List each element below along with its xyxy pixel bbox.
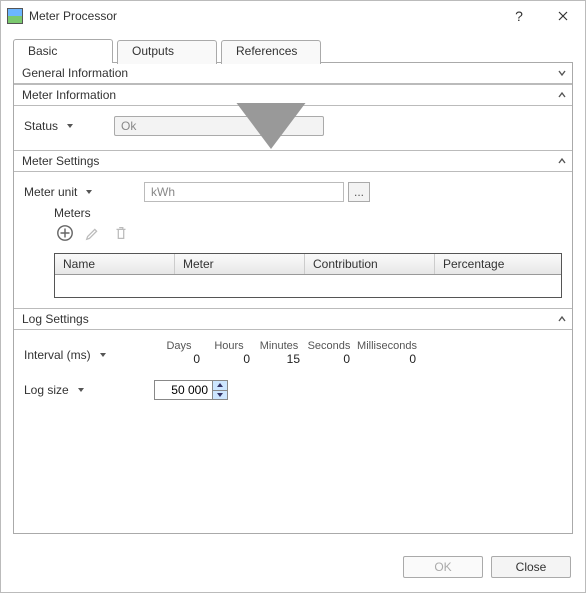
meters-toolbar xyxy=(56,224,562,245)
ms-label: Milliseconds xyxy=(354,340,420,352)
content-area: Basic Outputs References General Informa… xyxy=(1,31,585,546)
caret-down-icon xyxy=(99,348,107,362)
caret-down-icon xyxy=(85,185,93,199)
ellipsis-icon: ... xyxy=(354,185,364,199)
titlebar: Meter Processor ? xyxy=(1,1,585,31)
interval-label-group[interactable]: Interval (ms) xyxy=(24,348,154,362)
log-size-input[interactable] xyxy=(154,380,212,400)
log-size-label: Log size xyxy=(24,383,69,397)
chevron-up-icon xyxy=(558,315,566,323)
close-window-button[interactable] xyxy=(541,1,585,31)
seconds-value[interactable]: 0 xyxy=(304,352,354,366)
delete-meter-button[interactable] xyxy=(112,224,130,245)
plus-circle-icon xyxy=(56,224,74,242)
caret-up-icon xyxy=(217,383,223,387)
status-dropdown[interactable]: Ok xyxy=(114,116,324,136)
chevron-up-icon xyxy=(558,157,566,165)
interval-display: Days0 Hours0 Minutes15 Seconds0 Millisec… xyxy=(154,340,420,366)
meter-unit-label: Meter unit xyxy=(24,185,77,199)
pencil-icon xyxy=(84,224,102,242)
col-meter[interactable]: Meter xyxy=(175,254,305,274)
window-title: Meter Processor xyxy=(29,9,497,23)
caret-down-icon xyxy=(66,119,74,133)
meter-unit-input[interactable]: kWh xyxy=(144,182,344,202)
close-icon xyxy=(558,11,568,21)
section-log-settings-label: Log Settings xyxy=(22,312,89,326)
col-percentage[interactable]: Percentage xyxy=(435,254,561,274)
section-meter-info-body: Status Ok xyxy=(14,106,572,150)
tab-references[interactable]: References xyxy=(221,40,321,64)
close-button[interactable]: Close xyxy=(491,556,571,578)
dialog-footer: OK Close xyxy=(1,546,585,592)
meters-grid-header: Name Meter Contribution Percentage xyxy=(55,254,561,275)
meters-grid[interactable]: Name Meter Contribution Percentage xyxy=(54,253,562,298)
help-button[interactable]: ? xyxy=(497,1,541,31)
chevron-down-icon xyxy=(558,69,566,77)
chevron-up-icon xyxy=(558,91,566,99)
status-label-group[interactable]: Status xyxy=(24,119,114,133)
tab-bar: Basic Outputs References xyxy=(13,39,573,63)
interval-label: Interval (ms) xyxy=(24,348,91,362)
tab-outputs[interactable]: Outputs xyxy=(117,40,217,64)
minutes-label: Minutes xyxy=(254,340,304,352)
col-contribution[interactable]: Contribution xyxy=(305,254,435,274)
spin-down-button[interactable] xyxy=(213,391,227,400)
section-log-settings-body: Interval (ms) Days0 Hours0 Minutes15 Sec… xyxy=(14,330,572,414)
trash-icon xyxy=(112,224,130,242)
spin-up-button[interactable] xyxy=(213,381,227,391)
caret-down-icon xyxy=(217,393,223,397)
dialog-window: Meter Processor ? Basic Outputs Referenc… xyxy=(0,0,586,593)
log-size-label-group[interactable]: Log size xyxy=(24,383,154,397)
status-label: Status xyxy=(24,119,58,133)
minutes-value[interactable]: 15 xyxy=(254,352,304,366)
hours-label: Hours xyxy=(204,340,254,352)
section-meter-settings-header[interactable]: Meter Settings xyxy=(14,150,572,172)
status-value: Ok xyxy=(115,119,219,133)
seconds-label: Seconds xyxy=(304,340,354,352)
section-meter-settings-label: Meter Settings xyxy=(22,154,99,168)
section-meter-info-label: Meter Information xyxy=(22,88,116,102)
caret-down-icon xyxy=(77,383,85,397)
section-general-label: General Information xyxy=(22,66,128,80)
ms-value[interactable]: 0 xyxy=(354,352,420,366)
hours-value[interactable]: 0 xyxy=(204,352,254,366)
add-meter-button[interactable] xyxy=(56,224,74,245)
meter-unit-browse-button[interactable]: ... xyxy=(348,182,370,202)
meter-unit-label-group[interactable]: Meter unit xyxy=(24,185,144,199)
section-log-settings-header[interactable]: Log Settings xyxy=(14,308,572,330)
meters-label: Meters xyxy=(54,206,562,220)
edit-meter-button[interactable] xyxy=(84,224,102,245)
app-icon xyxy=(7,8,23,24)
section-meter-settings-body: Meter unit kWh ... Meters xyxy=(14,172,572,308)
days-value[interactable]: 0 xyxy=(154,352,204,366)
days-label: Days xyxy=(154,340,204,352)
ok-button[interactable]: OK xyxy=(403,556,483,578)
tab-panel: General Information Meter Information St… xyxy=(13,62,573,534)
tab-basic[interactable]: Basic xyxy=(13,39,113,63)
meter-unit-value: kWh xyxy=(151,185,175,199)
meters-grid-body xyxy=(55,275,561,297)
col-name[interactable]: Name xyxy=(55,254,175,274)
log-size-spinner[interactable] xyxy=(154,380,228,400)
